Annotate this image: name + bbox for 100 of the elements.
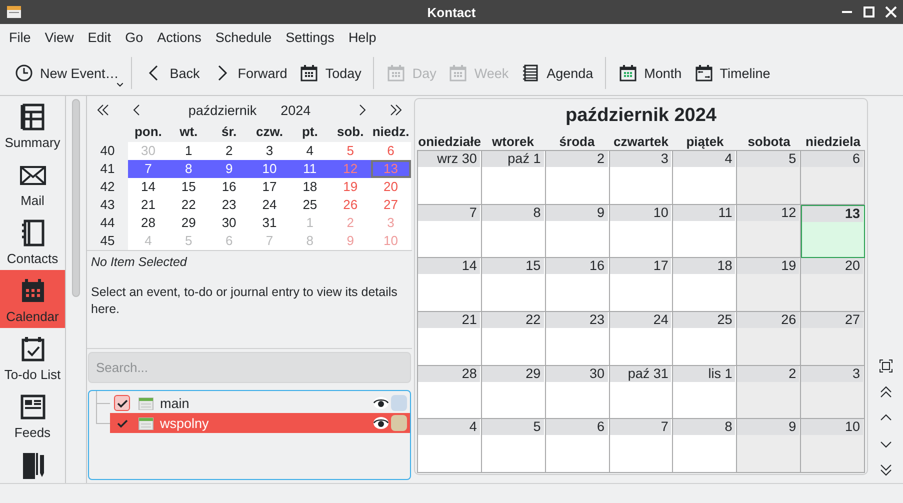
menu-item[interactable]: Settings — [278, 30, 342, 45]
day-cell[interactable]: 5 — [737, 151, 802, 205]
sidebar-item[interactable]: Mail — [0, 154, 65, 212]
month-selector[interactable]: październik — [188, 102, 257, 118]
week-number[interactable]: 43 — [87, 196, 128, 214]
calendar-row[interactable]: main — [110, 393, 410, 413]
day-cell[interactable]: 16 — [546, 258, 610, 312]
day-cell[interactable]: 25 — [673, 312, 738, 366]
day-cell[interactable]: 8 — [482, 204, 546, 258]
day-cell[interactable]: 17 — [610, 258, 674, 312]
day-cell[interactable]: 2 — [737, 366, 802, 420]
menu-item[interactable]: Schedule — [208, 30, 279, 45]
day-cell[interactable]: 4 — [290, 142, 330, 160]
menu-item[interactable]: Help — [341, 30, 384, 45]
day-cell[interactable]: 13 — [801, 204, 865, 258]
day-cell[interactable]: 3 — [801, 366, 865, 420]
scrollbar-thumb[interactable] — [72, 99, 80, 297]
week-number[interactable]: 42 — [87, 178, 128, 196]
day-cell[interactable]: 11 — [290, 160, 330, 178]
sidebar-item[interactable]: To-do List — [0, 328, 65, 386]
double-chevron-left-icon[interactable] — [96, 103, 110, 117]
day-cell[interactable]: 9 — [208, 160, 250, 178]
maximize-icon[interactable] — [863, 6, 875, 18]
day-cell[interactable]: 29 — [482, 366, 546, 420]
day-cell[interactable]: lis 1 — [673, 366, 738, 420]
day-cell[interactable]: 2 — [546, 151, 610, 205]
day-cell[interactable]: 6 — [546, 419, 610, 473]
day-cell[interactable]: 14 — [418, 258, 482, 312]
day-cell[interactable]: 2 — [208, 142, 250, 160]
day-cell[interactable]: 1 — [168, 142, 209, 160]
double-chevron-down-icon[interactable] — [878, 463, 892, 477]
day-cell[interactable]: 14 — [128, 178, 168, 196]
day-cell[interactable]: 30 — [546, 366, 610, 420]
day-cell[interactable]: 7 — [418, 204, 482, 258]
day-cell[interactable]: 4 — [418, 419, 482, 473]
day-cell[interactable]: 15 — [168, 178, 209, 196]
day-cell[interactable]: 16 — [208, 178, 250, 196]
checkmark-icon[interactable] — [116, 418, 128, 428]
day-cell[interactable]: 18 — [290, 178, 330, 196]
day-cell[interactable]: 31 — [249, 214, 290, 232]
toolbar-button[interactable]: Back — [138, 59, 206, 87]
day-cell[interactable]: 7 — [610, 419, 674, 473]
day-cell[interactable]: paź 1 — [482, 151, 546, 205]
toolbar-button[interactable]: New Event… — [8, 59, 125, 87]
eye-icon[interactable] — [373, 416, 389, 430]
close-icon[interactable] — [885, 6, 897, 18]
fullscreen-icon[interactable] — [878, 359, 892, 373]
day-cell[interactable]: 10 — [610, 204, 674, 258]
day-cell[interactable]: 3 — [249, 142, 290, 160]
day-cell[interactable]: 24 — [249, 196, 290, 214]
day-cell[interactable]: 7 — [128, 160, 168, 178]
week-number[interactable]: 41 — [87, 160, 128, 178]
menu-item[interactable]: Go — [118, 30, 150, 45]
day-cell[interactable]: 21 — [128, 196, 168, 214]
year-selector[interactable]: 2024 — [280, 102, 311, 118]
day-cell[interactable]: 10 — [249, 160, 290, 178]
day-cell[interactable]: 6 — [801, 151, 865, 205]
toolbar-button[interactable]: Forward — [206, 59, 294, 87]
day-cell[interactable]: 20 — [801, 258, 865, 312]
day-cell[interactable]: 23 — [546, 312, 610, 366]
day-cell[interactable]: 4 — [673, 151, 738, 205]
day-cell[interactable]: 9 — [737, 419, 802, 473]
day-cell[interactable]: wrz 30 — [418, 151, 482, 205]
week-number[interactable]: 44 — [87, 214, 128, 232]
menu-item[interactable]: Edit — [80, 30, 118, 45]
calendar-list[interactable]: main wspolny — [88, 390, 411, 480]
double-chevron-up-icon[interactable] — [878, 385, 892, 399]
double-chevron-right-icon[interactable] — [389, 103, 403, 117]
week-number[interactable]: 45 — [87, 232, 128, 250]
menu-item[interactable]: View — [38, 30, 81, 45]
week-number[interactable]: 40 — [87, 142, 128, 160]
day-cell[interactable]: 10 — [801, 419, 865, 473]
day-cell[interactable]: 12 — [737, 204, 802, 258]
day-cell[interactable]: 22 — [168, 196, 209, 214]
day-cell[interactable]: 23 — [208, 196, 250, 214]
day-cell[interactable]: paź 31 — [610, 366, 674, 420]
day-cell[interactable]: 3 — [610, 151, 674, 205]
day-cell[interactable]: 28 — [128, 214, 168, 232]
menu-item[interactable]: Actions — [150, 30, 208, 45]
day-cell[interactable]: 9 — [546, 204, 610, 258]
day-cell[interactable]: 15 — [482, 258, 546, 312]
day-cell[interactable]: 18 — [673, 258, 738, 312]
day-cell[interactable]: 22 — [482, 312, 546, 366]
sidebar-item[interactable]: Summary — [0, 96, 65, 154]
sidebar-item[interactable]: Calendar — [0, 270, 65, 328]
sidebar-item[interactable]: Contacts — [0, 212, 65, 270]
day-cell[interactable]: 27 — [801, 312, 865, 366]
day-cell[interactable]: 21 — [418, 312, 482, 366]
menu-item[interactable]: File — [2, 30, 38, 45]
day-cell[interactable]: 30 — [208, 214, 250, 232]
toolbar-button[interactable]: Timeline — [688, 59, 776, 87]
search-field[interactable]: Search... — [88, 352, 411, 383]
toolbar-button[interactable]: Today — [293, 59, 368, 87]
toolbar-button[interactable]: Month — [612, 59, 688, 87]
toolbar-button[interactable]: Agenda — [514, 59, 600, 87]
sidebar-item[interactable]: Feeds — [0, 386, 65, 444]
day-cell[interactable]: 25 — [290, 196, 330, 214]
day-cell[interactable]: 28 — [418, 366, 482, 420]
day-cell[interactable]: 19 — [737, 258, 802, 312]
day-cell[interactable]: 11 — [673, 204, 738, 258]
